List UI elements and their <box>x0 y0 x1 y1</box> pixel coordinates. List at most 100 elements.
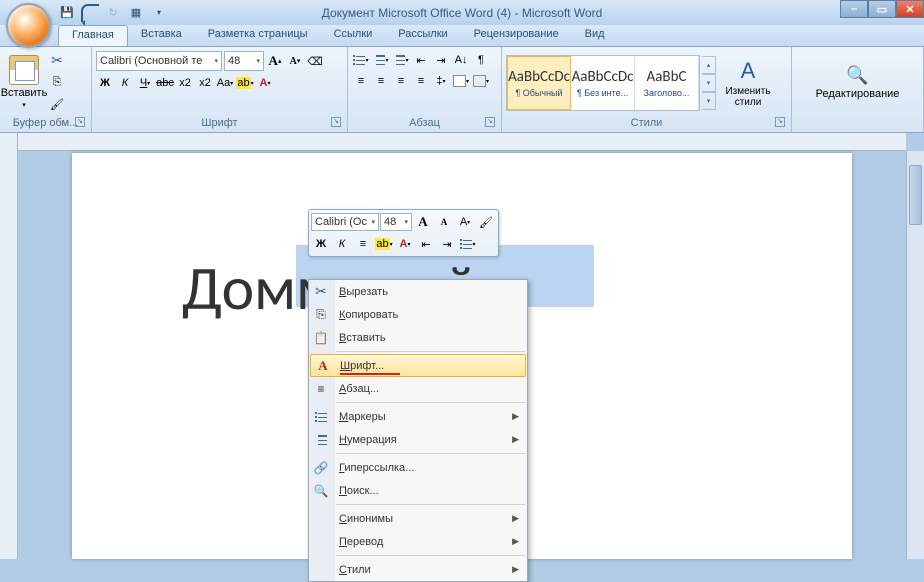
mini-bold-button[interactable]: Ж <box>311 234 331 254</box>
office-button[interactable] <box>6 3 51 48</box>
qat-dropdown-icon[interactable]: ▾ <box>150 4 168 22</box>
change-case-button[interactable]: Aa▾ <box>216 74 234 92</box>
shading-button[interactable]: ▾ <box>452 72 470 90</box>
menu-item-Гиперссылка...[interactable]: 🔗Гиперссылка... <box>309 456 527 479</box>
document-page[interactable]: Домма кий Calibri (Ос▾ 48▾ A A A▾ 🖌 Ж К … <box>72 153 852 559</box>
dialog-launcher-icon[interactable]: ↘ <box>75 117 85 127</box>
mini-bullets-button[interactable]: ▾ <box>458 234 478 254</box>
italic-button[interactable]: К <box>116 74 134 92</box>
save-icon[interactable]: 💾 <box>58 4 76 22</box>
font-size-combo[interactable]: 48▾ <box>224 51 264 71</box>
mini-toolbar: Calibri (Ос▾ 48▾ A A A▾ 🖌 Ж К ≡ ab▾ A▾ ⇤… <box>308 209 499 257</box>
menu-item-Вставить[interactable]: 📋Вставить <box>309 326 527 349</box>
numbering-button[interactable]: ▾ <box>372 51 390 69</box>
indent-decrease-button[interactable]: ⇤ <box>412 51 430 69</box>
tab-Ссылки[interactable]: Ссылки <box>321 25 386 46</box>
menu-item-Поиск...[interactable]: 🔍Поиск... <box>309 479 527 502</box>
style-item[interactable]: AaBbCЗаголово... <box>635 56 699 110</box>
style-preview: AaBbCcDc <box>572 68 634 86</box>
menu-item-Стили[interactable]: Стили▶ <box>309 558 527 581</box>
copy-button[interactable]: ⎘ <box>48 73 66 91</box>
dialog-launcher-icon[interactable]: ↘ <box>485 117 495 127</box>
editing-group: 🔍 Редактирование <box>792 47 924 132</box>
tab-Вид[interactable]: Вид <box>572 25 618 46</box>
redo-icon[interactable]: ↻ <box>104 4 122 22</box>
mini-shrink-button[interactable]: A <box>434 212 454 232</box>
superscript-button[interactable]: x2 <box>196 74 214 92</box>
align-center-button[interactable]: ≡ <box>372 72 390 90</box>
menu-separator <box>336 555 525 556</box>
maximize-button[interactable]: ▭ <box>868 0 896 18</box>
mini-styles-button[interactable]: A▾ <box>455 212 475 232</box>
font-name-combo[interactable]: Calibri (Основной те▾ <box>96 51 222 71</box>
scroll-down-icon[interactable]: ▾ <box>702 74 716 92</box>
bold-button[interactable]: Ж <box>96 74 114 92</box>
tab-Вставка[interactable]: Вставка <box>128 25 195 46</box>
scrollbar-thumb[interactable] <box>909 165 922 225</box>
menu-item-Синонимы[interactable]: Синонимы▶ <box>309 507 527 530</box>
clear-format-button[interactable]: ⌫ <box>306 52 324 70</box>
minimize-button[interactable]: – <box>840 0 868 18</box>
menu-item-Вырезать[interactable]: ✂Вырезать <box>309 280 527 303</box>
align-left-button[interactable]: ≡ <box>352 72 370 90</box>
tab-Рассылки[interactable]: Рассылки <box>385 25 460 46</box>
menu-item-label: Гиперссылка... <box>339 462 414 474</box>
menu-item-Перевод[interactable]: Перевод▶ <box>309 530 527 553</box>
font-color-button[interactable]: A▾ <box>256 74 274 92</box>
dialog-launcher-icon[interactable]: ↘ <box>775 117 785 127</box>
menu-item-Маркеры[interactable]: Маркеры▶ <box>309 405 527 428</box>
align-justify-button[interactable]: ≡ <box>412 72 430 90</box>
borders-button[interactable]: ▾ <box>472 72 490 90</box>
print-icon[interactable]: ▦ <box>127 4 145 22</box>
multilevel-button[interactable]: ▾ <box>392 51 410 69</box>
mini-size-combo[interactable]: 48▾ <box>380 213 412 231</box>
menu-item-Нумерация[interactable]: Нумерация▶ <box>309 428 527 451</box>
tab-Главная[interactable]: Главная <box>58 25 128 46</box>
close-button[interactable]: ✕ <box>896 0 924 18</box>
shrink-font-button[interactable]: A▾ <box>286 52 304 70</box>
undo-icon[interactable] <box>81 4 99 22</box>
change-styles-button[interactable]: A Изменить стили <box>722 50 774 116</box>
cut-button[interactable]: ✂ <box>48 51 66 69</box>
styles-gallery[interactable]: AaBbCcDc¶ ОбычныйAaBbCcDc¶ Без инте...Aa… <box>506 55 700 111</box>
grow-font-button[interactable]: A▴ <box>266 52 284 70</box>
mini-painter-button[interactable]: 🖌 <box>476 212 496 232</box>
format-painter-button[interactable]: 🖌 <box>48 95 66 113</box>
style-item[interactable]: AaBbCcDc¶ Обычный <box>507 56 571 110</box>
mini-grow-button[interactable]: A <box>413 212 433 232</box>
expand-gallery-icon[interactable]: ▾ <box>702 92 716 110</box>
scroll-up-icon[interactable]: ▴ <box>702 56 716 74</box>
menu-item-Копировать[interactable]: ⎘Копировать <box>309 303 527 326</box>
strike-button[interactable]: abc <box>156 74 174 92</box>
dialog-launcher-icon[interactable]: ↘ <box>331 117 341 127</box>
mini-italic-button[interactable]: К <box>332 234 352 254</box>
line-spacing-button[interactable]: ‡▾ <box>432 72 450 90</box>
sort-button[interactable]: A↓ <box>452 51 470 69</box>
menu-item-label: Поиск... <box>339 485 379 497</box>
vertical-scrollbar[interactable] <box>906 151 924 559</box>
mini-indent-inc-button[interactable]: ⇥ <box>437 234 457 254</box>
mini-indent-dec-button[interactable]: ⇤ <box>416 234 436 254</box>
menu-item-Шрифт...[interactable]: AШрифт... <box>310 354 526 377</box>
vertical-ruler[interactable] <box>0 133 18 559</box>
subscript-button[interactable]: x2 <box>176 74 194 92</box>
align-right-button[interactable]: ≡ <box>392 72 410 90</box>
tab-Разметка страницы[interactable]: Разметка страницы <box>195 25 321 46</box>
indent-increase-button[interactable]: ⇥ <box>432 51 450 69</box>
underline-button[interactable]: Ч▾ <box>136 74 154 92</box>
mini-center-button[interactable]: ≡ <box>353 234 373 254</box>
show-marks-button[interactable]: ¶ <box>472 51 490 69</box>
mini-highlight-button[interactable]: ab▾ <box>374 234 394 254</box>
editing-button[interactable]: 🔍 Редактирование <box>818 49 898 115</box>
mini-font-combo[interactable]: Calibri (Ос▾ <box>311 213 379 231</box>
menu-item-label: Вырезать <box>339 286 388 298</box>
horizontal-ruler[interactable] <box>18 133 906 151</box>
paste-icon: 📋 <box>313 330 329 346</box>
tab-Рецензирование[interactable]: Рецензирование <box>461 25 572 46</box>
style-item[interactable]: AaBbCcDc¶ Без инте... <box>571 56 635 110</box>
paste-button[interactable]: Вставить ▾ <box>4 49 44 115</box>
highlight-button[interactable]: ab▾ <box>236 74 254 92</box>
mini-color-button[interactable]: A▾ <box>395 234 415 254</box>
bullets-button[interactable]: ▾ <box>352 51 370 69</box>
menu-item-Абзац...[interactable]: ≡Абзац... <box>309 377 527 400</box>
